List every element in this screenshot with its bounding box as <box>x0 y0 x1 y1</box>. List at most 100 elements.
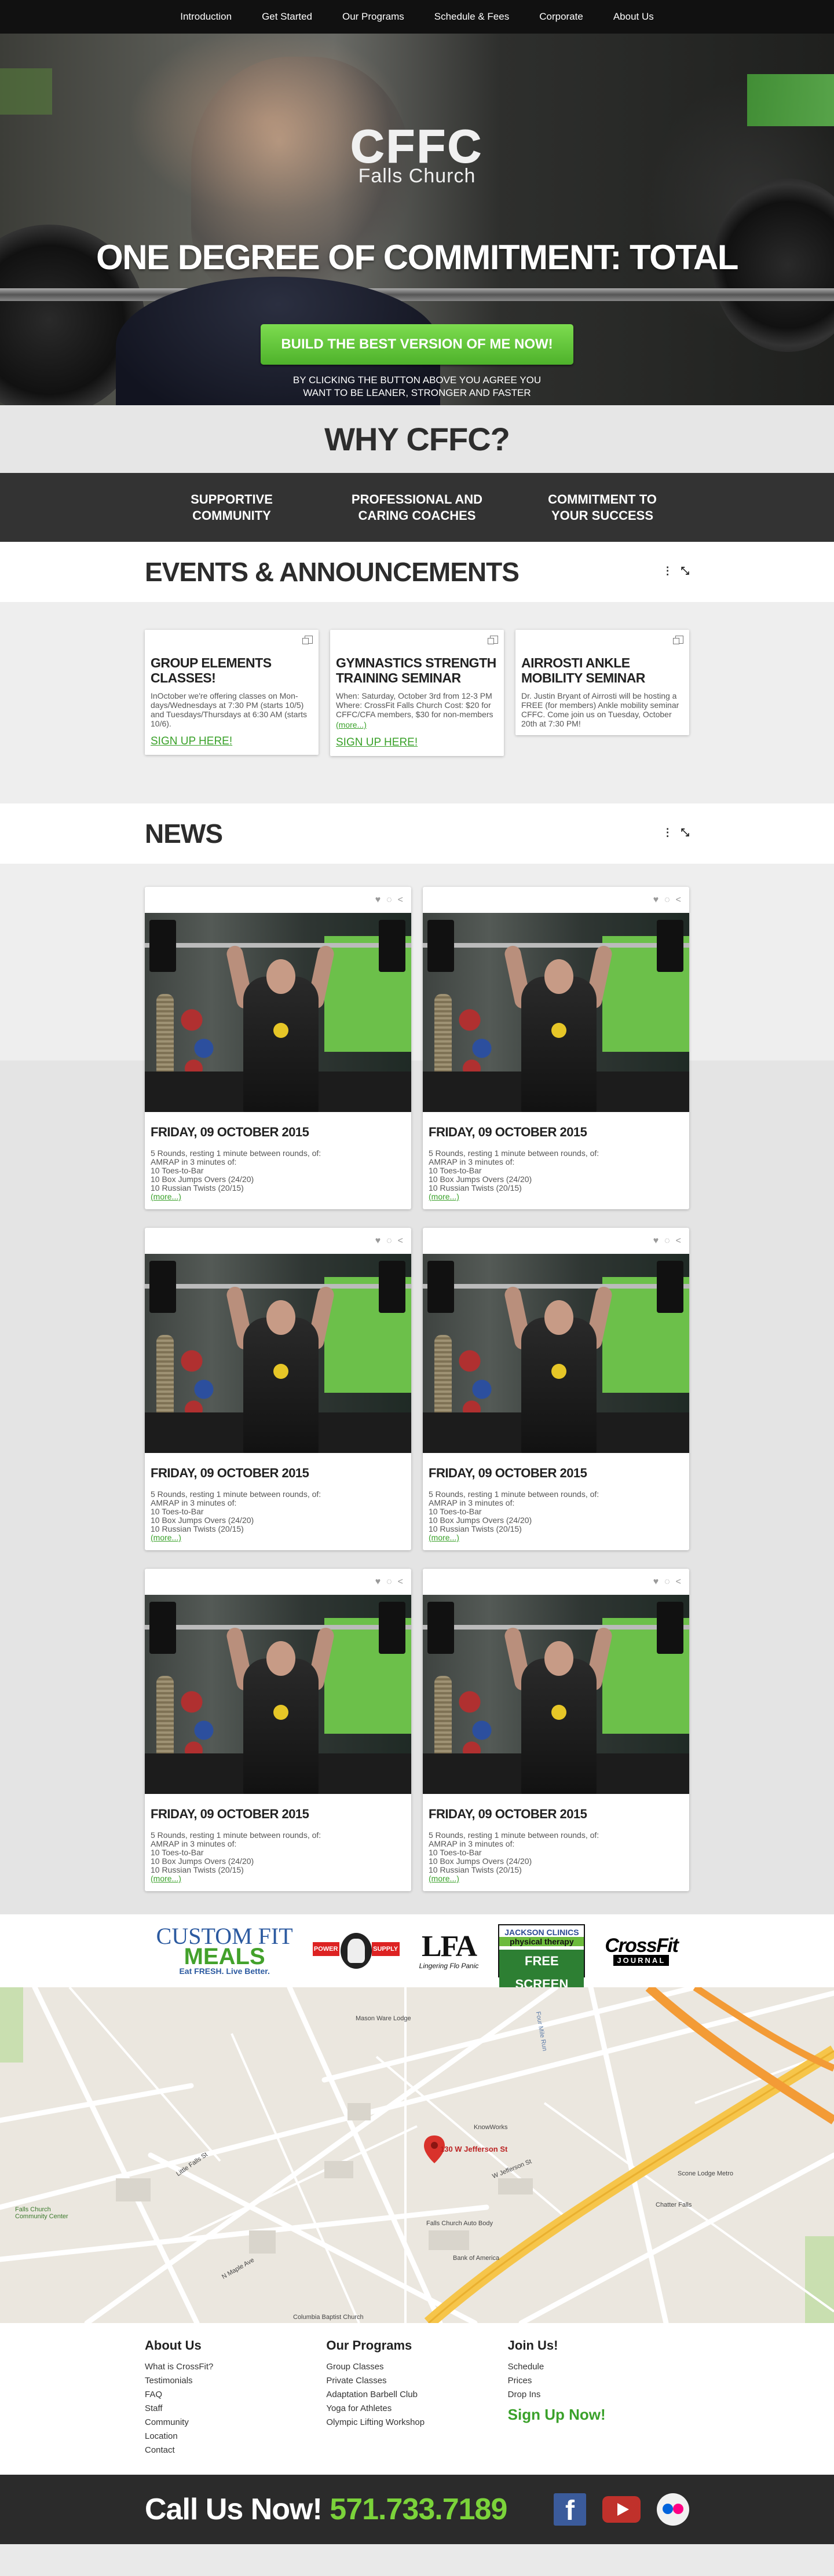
heart-icon[interactable]: ♥ <box>375 1236 381 1246</box>
event-card[interactable]: AIRROSTI ANKLE MOBILITY SEMINAR Dr. Just… <box>515 630 689 735</box>
footer-link[interactable]: What is CrossFit? <box>145 2360 326 2374</box>
news-photo[interactable] <box>423 1595 689 1794</box>
location-map[interactable]: 130 W Jefferson St Mason Ware Lodge Fall… <box>0 1987 834 2323</box>
news-photo[interactable] <box>423 913 689 1112</box>
news-photo[interactable] <box>145 1254 411 1453</box>
heart-icon[interactable]: ♥ <box>653 895 659 905</box>
nav-get-started[interactable]: Get Started <box>247 0 327 34</box>
comment-icon[interactable]: ◌ <box>386 895 392 905</box>
news-line: AMRAP in 3 minutes of: <box>429 1157 515 1166</box>
news-photo[interactable] <box>145 1595 411 1794</box>
nav-our-programs[interactable]: Our Programs <box>327 0 419 34</box>
news-photo[interactable] <box>423 1254 689 1453</box>
pillar-success: COMMITMENT TO YOUR SUCCESS <box>510 473 695 542</box>
footer-link[interactable]: Group Classes <box>326 2360 507 2374</box>
nav-schedule-fees[interactable]: Schedule & Fees <box>419 0 524 34</box>
lfa-logo[interactable]: LFA Lingering Flo Panic <box>419 1932 479 1970</box>
youtube-icon[interactable] <box>602 2496 641 2523</box>
expand-icon[interactable]: ⤡ <box>681 827 689 839</box>
footer-link[interactable]: Testimonials <box>145 2374 326 2388</box>
footer-link[interactable]: Staff <box>145 2402 326 2416</box>
flickr-icon[interactable] <box>657 2493 689 2526</box>
news-more-link[interactable]: (more...) <box>151 1192 181 1201</box>
nav-about-us[interactable]: About Us <box>598 0 669 34</box>
sign-up-now-link[interactable]: Sign Up Now! <box>508 2407 689 2422</box>
expand-icon[interactable]: ⤡ <box>681 565 689 577</box>
heart-icon[interactable]: ♥ <box>653 1236 659 1246</box>
share-icon[interactable]: < <box>398 1236 403 1246</box>
hero-note: BY CLICKING THE BUTTON ABOVE YOU AGREE Y… <box>0 374 834 399</box>
share-icon[interactable]: < <box>676 895 681 905</box>
footer-link[interactable]: Drop Ins <box>508 2388 689 2402</box>
cffc-logo[interactable]: CFFC Falls Church <box>341 123 493 187</box>
heart-icon[interactable]: ♥ <box>375 895 381 905</box>
pillar-line: CARING COACHES <box>358 508 476 523</box>
share-icon[interactable]: < <box>676 1577 681 1587</box>
news-card[interactable]: ♥ ◌ < FRIDAY, 09 OCTOBER 2015 5 Rounds, … <box>423 1228 689 1550</box>
news-date: FRIDAY, 09 OCTOBER 2015 <box>429 1807 587 1821</box>
news-card[interactable]: ♥ ◌ < FRIDAY, 09 OCTOBER 2015 5 Rounds, … <box>145 887 411 1209</box>
build-best-version-button[interactable]: BUILD THE BEST VERSION OF ME NOW! <box>261 324 573 365</box>
news-card[interactable]: ♥ ◌ < FRIDAY, 09 OCTOBER 2015 5 Rounds, … <box>423 1569 689 1891</box>
event-body: InOctober we're offering classes on Mon-… <box>151 691 308 728</box>
share-icon[interactable]: < <box>398 1577 403 1587</box>
footer-link[interactable]: FAQ <box>145 2388 326 2402</box>
popout-icon[interactable] <box>488 636 498 644</box>
event-card[interactable]: GYMNASTICS STRENGTH TRAINING SEMINAR Whe… <box>330 630 504 756</box>
jackson-clinics-logo[interactable]: JACKSON CLINICS physical therapy FREE SC… <box>498 1924 586 1996</box>
comment-icon[interactable]: ◌ <box>664 1236 670 1246</box>
footer-link[interactable]: Adaptation Barbell Club <box>326 2388 507 2402</box>
heart-icon[interactable]: ♥ <box>375 1577 381 1587</box>
share-icon[interactable]: < <box>398 895 403 905</box>
news-more-link[interactable]: (more...) <box>429 1874 459 1883</box>
event-more-link[interactable]: (more...) <box>336 720 498 729</box>
footer-link[interactable]: Community <box>145 2416 326 2430</box>
crossfit-journal-logo[interactable]: CrossFit JOURNAL <box>605 1935 679 1966</box>
comment-icon[interactable]: ◌ <box>664 895 670 905</box>
news-more-link[interactable]: (more...) <box>429 1533 459 1542</box>
pillar-line: COMMUNITY <box>192 508 271 523</box>
facebook-icon[interactable]: f <box>554 2493 586 2526</box>
sponsor-text: CrossFit <box>605 1935 678 1957</box>
news-card[interactable]: ♥ ◌ < FRIDAY, 09 OCTOBER 2015 5 Rounds, … <box>423 887 689 1209</box>
news-card[interactable]: ♥ ◌ < FRIDAY, 09 OCTOBER 2015 5 Rounds, … <box>145 1569 411 1891</box>
share-icon[interactable]: < <box>676 1236 681 1246</box>
event-card[interactable]: GROUP ELEMENTS CLASSES! InOctober we're … <box>145 630 319 755</box>
more-options-icon[interactable]: ⋮ <box>663 827 673 839</box>
comment-icon[interactable]: ◌ <box>386 1577 392 1587</box>
news-photo[interactable] <box>145 913 411 1112</box>
news-line: 5 Rounds, resting 1 minute between round… <box>429 1489 599 1499</box>
event-signup-link[interactable]: SIGN UP HERE! <box>336 736 498 749</box>
heart-icon[interactable]: ♥ <box>653 1577 659 1587</box>
footer-link[interactable]: Schedule <box>508 2360 689 2374</box>
footer-link[interactable]: Private Classes <box>326 2374 507 2388</box>
event-signup-link[interactable]: SIGN UP HERE! <box>151 735 313 748</box>
footer-link[interactable]: Prices <box>508 2374 689 2388</box>
footer-link[interactable]: Contact <box>145 2443 326 2457</box>
popout-icon[interactable] <box>302 636 313 644</box>
footer-link[interactable]: Olympic Lifting Workshop <box>326 2416 507 2430</box>
more-options-icon[interactable]: ⋮ <box>663 565 673 577</box>
pillar-line: SUPPORTIVE <box>191 492 273 507</box>
phone-number-link[interactable]: 571.733.7189 <box>330 2493 507 2526</box>
custom-fit-meals-logo[interactable]: CUSTOM FIT MEALS Eat FRESH. Live Better. <box>156 1925 293 1976</box>
news-more-link[interactable]: (more...) <box>151 1874 181 1883</box>
popout-icon[interactable] <box>673 636 683 644</box>
news-more-link[interactable]: (more...) <box>429 1192 459 1201</box>
nav-introduction[interactable]: Introduction <box>165 0 247 34</box>
nav-corporate[interactable]: Corporate <box>524 0 598 34</box>
footer-link[interactable]: Location <box>145 2430 326 2443</box>
comment-icon[interactable]: ◌ <box>664 1577 670 1587</box>
footer-link[interactable]: Yoga for Athletes <box>326 2402 507 2416</box>
news-more-link[interactable]: (more...) <box>151 1533 181 1542</box>
sponsor-text: physical therapy <box>499 1937 584 1946</box>
power-supply-logo[interactable]: POWER SUPPLY <box>312 1931 400 1971</box>
news-card-body: FRIDAY, 09 OCTOBER 2015 5 Rounds, restin… <box>145 1794 411 1891</box>
news-line: 10 Box Jumps Overs (24/20) <box>151 1175 254 1184</box>
hero-section: CFFC Falls Church ONE DEGREE OF COMMITME… <box>0 34 834 405</box>
comment-icon[interactable]: ◌ <box>386 1236 392 1246</box>
logo-subtitle: Falls Church <box>358 165 476 187</box>
news-card[interactable]: ♥ ◌ < FRIDAY, 09 OCTOBER 2015 5 Rounds, … <box>145 1228 411 1550</box>
event-title: GYMNASTICS STRENGTH TRAINING SEMINAR <box>336 655 496 685</box>
news-text: 5 Rounds, resting 1 minute between round… <box>429 1831 683 1883</box>
